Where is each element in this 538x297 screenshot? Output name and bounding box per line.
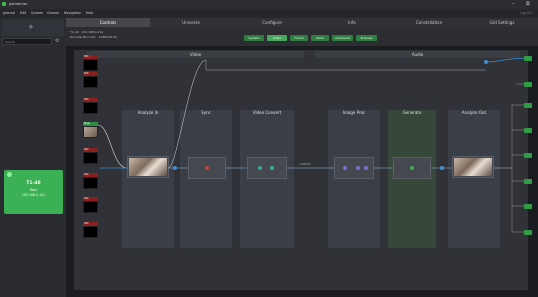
connector-dot[interactable]: [258, 166, 262, 170]
input-1[interactable]: SDI: [83, 55, 98, 72]
input-4[interactable]: Main: [83, 122, 98, 139]
connection-wires: [97, 57, 529, 233]
output-port[interactable]: [524, 56, 532, 61]
connector-dot[interactable]: [270, 166, 274, 170]
input-7[interactable]: SDI: [83, 197, 98, 214]
input-preview: [83, 226, 98, 238]
output-port[interactable]: [524, 153, 532, 158]
input-preview: [83, 177, 98, 189]
connector-dot[interactable]: [410, 166, 414, 170]
output-port[interactable]: [524, 204, 532, 209]
connector-dot[interactable]: [356, 166, 360, 170]
connector-dot[interactable]: [343, 166, 347, 170]
input-5[interactable]: SDI: [83, 148, 98, 165]
connector-dot[interactable]: [484, 60, 488, 64]
input-6[interactable]: SDI: [83, 173, 98, 190]
input-preview: [83, 59, 98, 71]
output-port[interactable]: [524, 82, 532, 87]
input-preview: [83, 126, 98, 138]
connector-format-label: 1080i59: [300, 163, 311, 166]
input-8[interactable]: SDI: [83, 222, 98, 239]
connector-dot[interactable]: [364, 166, 368, 170]
output-port[interactable]: [524, 128, 532, 133]
connector-dot[interactable]: [205, 166, 209, 170]
input-2[interactable]: SDI: [83, 72, 98, 89]
input-preview: [83, 102, 98, 114]
input-3[interactable]: SDI: [83, 98, 98, 115]
input-preview: [83, 201, 98, 213]
connector-dot[interactable]: [440, 166, 444, 170]
input-preview: [83, 152, 98, 164]
output-port[interactable]: [524, 103, 532, 108]
connector-dot[interactable]: [173, 166, 177, 170]
output-port[interactable]: [524, 230, 532, 235]
input-preview: [83, 76, 98, 88]
output-port[interactable]: [524, 179, 532, 184]
